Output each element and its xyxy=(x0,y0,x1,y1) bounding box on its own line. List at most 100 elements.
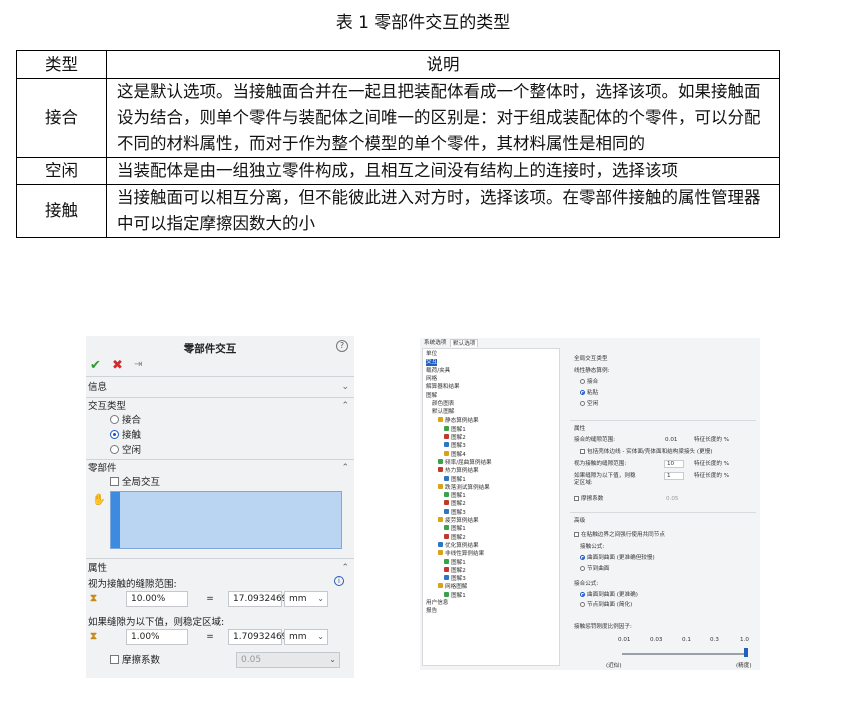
tree-item[interactable]: 非线性算例结果 xyxy=(438,550,484,557)
chevron-up-icon[interactable]: ⌃ xyxy=(341,461,349,476)
tree-item[interactable]: 颜色图表 xyxy=(432,401,454,408)
gap-value-input[interactable]: 17.09324694 xyxy=(228,591,293,607)
tree-item[interactable]: 交互 xyxy=(426,359,438,367)
stiffness-label: 接触惩罚刚度比例因子: xyxy=(574,624,632,630)
tree-item[interactable]: 报告 xyxy=(426,608,437,615)
tree-item-label: 网格图解 xyxy=(445,584,468,591)
tree-item[interactable]: 图解1 xyxy=(444,425,466,433)
tree-item[interactable]: 图解2 xyxy=(444,566,466,574)
global-interaction-checkbox[interactable]: 全局交互 xyxy=(110,476,160,489)
tab-default-options[interactable]: 默认选项 xyxy=(450,339,479,347)
pin-icon[interactable]: ⇥ xyxy=(134,359,142,370)
tree-item[interactable]: 热力算例结果 xyxy=(438,467,479,474)
tree-item-label: 图解 xyxy=(426,392,438,399)
tree-item[interactable]: 图解2 xyxy=(444,500,466,507)
chevron-down-icon[interactable]: ⌄ xyxy=(341,380,349,395)
checkbox-icon[interactable] xyxy=(574,496,579,501)
radio-bonded[interactable]: 接合 xyxy=(580,379,598,386)
tree-item[interactable]: 图解 xyxy=(426,393,437,400)
table-row: 空闲 当装配体是由一组独立零件构成，且相互之间没有结构上的连接时，选择该项 xyxy=(16,157,780,185)
radio-icon[interactable] xyxy=(580,566,585,571)
radio-contact[interactable]: 接触 xyxy=(110,429,141,442)
tree-item[interactable]: 图解1 xyxy=(444,525,466,532)
tree-item[interactable]: 图解3 xyxy=(444,575,466,582)
tree-item-label: 单位 xyxy=(426,351,438,357)
tree-item-label: 交互 xyxy=(426,359,438,366)
ok-check-icon[interactable]: ✔ xyxy=(90,358,101,373)
study-icon xyxy=(438,458,443,464)
stiffness-slider-track[interactable] xyxy=(622,653,748,655)
radio-selected-icon[interactable] xyxy=(580,390,585,395)
checkbox-icon[interactable] xyxy=(110,477,119,486)
radio-selected-icon[interactable] xyxy=(110,430,119,439)
tree-item[interactable]: 静态算例结果 xyxy=(438,417,479,424)
radio-contact-node[interactable]: 节到曲面 xyxy=(580,566,609,573)
component-selection-box[interactable] xyxy=(110,491,342,549)
tree-item[interactable]: 图解3 xyxy=(444,442,466,449)
tree-item[interactable]: 频率/屈曲算例结果 xyxy=(438,458,492,466)
stable-unit-dropdown[interactable]: mm ⌄ xyxy=(284,629,328,645)
radio-bonded[interactable]: 接合 xyxy=(110,414,141,427)
tree-item[interactable]: 载荷/夹具 xyxy=(426,368,450,375)
friction-checkbox[interactable]: 摩擦系数 xyxy=(574,496,603,503)
stable-percent-input[interactable]: 1.00% xyxy=(126,629,188,645)
help-icon[interactable]: ? xyxy=(336,340,348,352)
tab-system-options[interactable]: 系统选项 xyxy=(422,339,448,347)
bond-gap-value[interactable]: 0.01 xyxy=(662,436,682,444)
radio-contact[interactable]: 粘贴 xyxy=(580,390,598,397)
stiffness-slider-handle[interactable] xyxy=(744,648,748,657)
cancel-x-icon[interactable]: ✖ xyxy=(112,358,123,373)
tree-item[interactable]: 单位 xyxy=(426,351,437,358)
chevron-up-icon[interactable]: ⌃ xyxy=(341,399,349,414)
tree-item[interactable]: 解算器和结果 xyxy=(426,384,460,391)
radio-bond-surface[interactable]: 曲面到曲面 (更准确) xyxy=(580,592,638,599)
tree-item[interactable]: 网格图解 xyxy=(438,583,467,590)
bond-gap-unit: 特征长度的 % xyxy=(694,437,730,443)
chevron-up-icon[interactable]: ⌃ xyxy=(341,561,349,576)
tree-item[interactable]: 图解1 xyxy=(444,475,466,483)
radio-icon[interactable] xyxy=(580,602,585,607)
radio-contact-surface[interactable]: 曲面到曲面 (更准确但较慢) xyxy=(580,555,655,562)
gap-unit-dropdown[interactable]: mm ⌄ xyxy=(284,591,328,607)
tree-item[interactable]: 跌落测试算例结果 xyxy=(438,483,490,491)
radio-bond-node[interactable]: 节点到曲面 (简化) xyxy=(580,602,632,609)
checkbox-icon[interactable] xyxy=(580,449,585,454)
info-section[interactable]: 信息 ⌄ xyxy=(86,380,354,395)
gap-percent-input[interactable]: 10.00% xyxy=(126,591,188,607)
tree-item[interactable]: 图解1 xyxy=(444,591,466,599)
radio-selected-icon[interactable] xyxy=(580,592,585,597)
info-icon[interactable]: i xyxy=(334,576,344,586)
tree-item[interactable]: 图解1 xyxy=(444,558,466,566)
shell-edges-checkbox[interactable]: 包括壳体边线 - 实体面/壳体面和结构梁接头 (更慢) xyxy=(580,449,712,456)
radio-icon[interactable] xyxy=(580,379,585,384)
plot-icon xyxy=(444,500,449,506)
radio-free[interactable]: 空闲 xyxy=(110,444,141,457)
tree-item[interactable]: 图解3 xyxy=(444,508,466,516)
properties-title: 属性 xyxy=(88,563,108,574)
tree-item[interactable]: 图解2 xyxy=(444,434,466,441)
radio-icon[interactable] xyxy=(580,401,585,406)
tree-item[interactable]: 用户信息 xyxy=(426,600,448,607)
radio-selected-icon[interactable] xyxy=(580,555,585,560)
tree-item-label: 图解1 xyxy=(451,526,466,533)
tree-item[interactable]: 图解4 xyxy=(444,450,466,458)
tree-item[interactable]: 优化算例结果 xyxy=(438,541,479,549)
radio-icon[interactable] xyxy=(110,415,119,424)
tree-item[interactable]: 疲劳算例结果 xyxy=(438,517,479,524)
stable-input[interactable]: 1 xyxy=(664,472,684,480)
friction-value-field: 0.05 ⌄ xyxy=(236,652,340,668)
tree-item[interactable]: 网格 xyxy=(426,376,437,383)
tree-item[interactable]: 图解2 xyxy=(444,533,466,541)
checkbox-icon[interactable] xyxy=(574,532,579,537)
plot-icon xyxy=(444,450,449,456)
tree-item[interactable]: 图解1 xyxy=(444,492,466,499)
radio-free[interactable]: 空闲 xyxy=(580,401,598,408)
stable-value-input[interactable]: 1.70932469 xyxy=(228,629,287,645)
radio-icon[interactable] xyxy=(110,445,119,454)
friction-checkbox[interactable]: 摩擦系数 xyxy=(110,654,160,667)
shared-nodes-checkbox[interactable]: 在粘触边界之间强行使用共同节点 xyxy=(574,532,665,539)
tree-item[interactable]: 默认图解 xyxy=(432,409,454,416)
contact-gap-input[interactable]: 10 xyxy=(664,460,684,468)
checkbox-icon[interactable] xyxy=(110,655,119,664)
gap-icon: ⧗ xyxy=(90,593,98,604)
